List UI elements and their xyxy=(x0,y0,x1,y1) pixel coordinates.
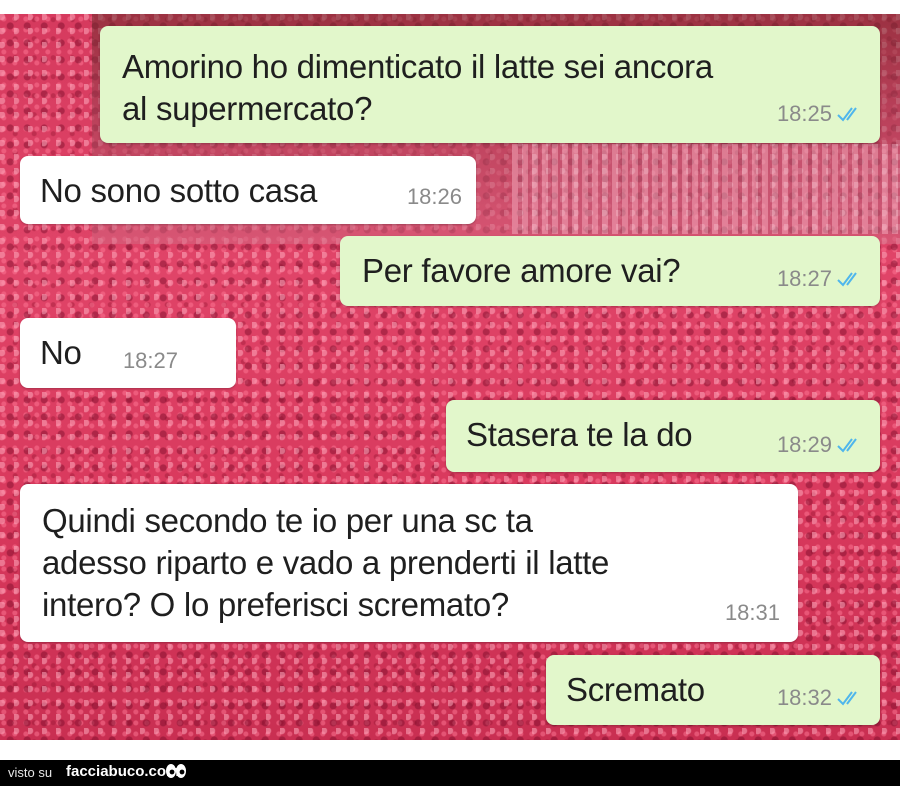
message-meta: 18:32 xyxy=(777,677,866,719)
message-text: Amorino ho dimenticato il latte sei anco… xyxy=(122,48,713,127)
message-text: No xyxy=(40,334,82,371)
message-bubble-outgoing[interactable]: Amorino ho dimenticato il latte sei anco… xyxy=(100,26,880,143)
message-meta: 18:26 xyxy=(407,176,462,218)
watermark-bar: visto su facciabuco.com xyxy=(0,760,900,786)
message-bubble-outgoing[interactable]: Stasera te la do 18:29 xyxy=(446,400,880,472)
message-meta: 18:27 xyxy=(777,258,866,300)
read-ticks-icon xyxy=(837,107,857,122)
message-meta: 18:27 xyxy=(123,340,178,382)
message-time: 18:27 xyxy=(776,266,832,291)
message-time: 18:27 xyxy=(122,348,178,373)
message-time: 18:26 xyxy=(406,184,462,209)
message-text: Stasera te la do xyxy=(466,416,693,453)
message-time: 18:29 xyxy=(776,432,832,457)
read-ticks-icon xyxy=(837,272,857,287)
message-meta: 18:31 xyxy=(725,592,780,634)
message-meta: 18:25 xyxy=(777,93,866,135)
message-text: Quindi secondo te io per una sc ta adess… xyxy=(42,502,610,623)
message-bubble-incoming[interactable]: No sono sotto casa 18:26 xyxy=(20,156,476,224)
eyes-icon xyxy=(166,764,186,778)
message-time: 18:31 xyxy=(724,600,780,625)
message-text: Scremato xyxy=(566,671,705,708)
message-time: 18:25 xyxy=(776,101,832,126)
message-meta: 18:29 xyxy=(777,424,866,466)
message-bubble-incoming[interactable]: No 18:27 xyxy=(20,318,236,388)
message-bubble-incoming[interactable]: Quindi secondo te io per una sc ta adess… xyxy=(20,484,798,642)
message-text: Per favore amore vai? xyxy=(362,252,681,289)
message-bubble-outgoing[interactable]: Per favore amore vai? 18:27 xyxy=(340,236,880,306)
message-bubble-outgoing[interactable]: Scremato 18:32 xyxy=(546,655,880,725)
message-text: No sono sotto casa xyxy=(40,172,318,209)
read-ticks-icon xyxy=(837,691,857,706)
watermark-site[interactable]: facciabuco.com xyxy=(66,763,179,780)
watermark-visto: visto su xyxy=(8,765,53,780)
read-ticks-icon xyxy=(837,438,857,453)
chat-screenshot: Amorino ho dimenticato il latte sei anco… xyxy=(0,0,900,786)
message-time: 18:32 xyxy=(776,685,832,710)
